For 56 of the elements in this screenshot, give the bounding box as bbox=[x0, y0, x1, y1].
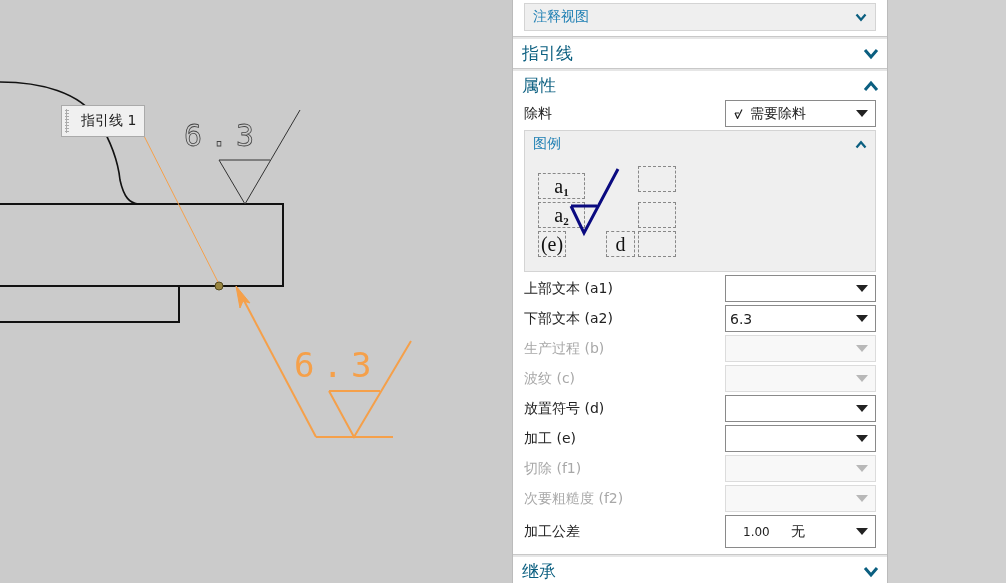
field-label: 放置符号 (d) bbox=[524, 399, 605, 418]
anchor-point bbox=[214, 281, 224, 291]
caret-icon bbox=[856, 465, 868, 472]
collapse-icon[interactable] bbox=[863, 79, 879, 92]
legend-slot: d bbox=[606, 231, 635, 257]
roughness-symbol-icon bbox=[569, 167, 621, 237]
caret-icon bbox=[856, 285, 868, 292]
dropdown[interactable]: 1.00 无 bbox=[725, 515, 876, 548]
field-label: 切除 (f1) bbox=[524, 459, 582, 478]
group-header[interactable]: 注释视图 bbox=[524, 3, 876, 31]
legend-slot: a$_{2}$ bbox=[538, 202, 585, 228]
removal-symbol-icon bbox=[734, 108, 744, 119]
caret-icon bbox=[856, 375, 868, 382]
legend-slot: a$_{1}$ bbox=[538, 173, 585, 199]
legend-slot bbox=[638, 202, 676, 228]
caret-icon bbox=[856, 435, 868, 442]
dropdown[interactable] bbox=[725, 275, 876, 302]
field-label: 加工 (e) bbox=[524, 429, 576, 448]
section-title: 属性 bbox=[522, 74, 556, 97]
legend-slot bbox=[638, 231, 676, 257]
field-label: 加工公差 bbox=[524, 522, 580, 541]
section-header[interactable]: 属性 bbox=[513, 71, 887, 100]
section-title: 指引线 bbox=[522, 42, 573, 65]
field-label: 上部文本 (a1) bbox=[524, 279, 613, 298]
legend-slot: (e) bbox=[538, 231, 566, 257]
field-label: 次要粗糙度 (f2) bbox=[524, 489, 624, 508]
dropdown[interactable] bbox=[725, 395, 876, 422]
expand-icon[interactable] bbox=[863, 47, 879, 60]
dropdown[interactable]: 6.3 bbox=[725, 305, 876, 332]
field-label: 除料 bbox=[524, 104, 552, 123]
section-header[interactable]: 继承 bbox=[513, 557, 887, 583]
field-label: 生产过程 (b) bbox=[524, 339, 605, 358]
dropdown[interactable] bbox=[725, 425, 876, 452]
caret-icon bbox=[856, 345, 868, 352]
caret-icon bbox=[856, 315, 868, 322]
group-title: 图例 bbox=[533, 135, 561, 153]
expand-icon[interactable] bbox=[863, 565, 879, 578]
dropdown[interactable]: 需要除料 bbox=[725, 100, 876, 127]
caret-icon bbox=[856, 528, 868, 535]
leader-tag[interactable]: 指引线 1 bbox=[61, 105, 146, 137]
roughness-value: 6.3 bbox=[294, 345, 380, 385]
group-title: 注释视图 bbox=[533, 8, 589, 26]
caret-icon bbox=[856, 405, 868, 412]
expand-icon[interactable] bbox=[855, 12, 867, 22]
group-header[interactable]: 图例 bbox=[525, 131, 875, 157]
grip-icon[interactable] bbox=[65, 109, 69, 133]
field-label: 下部文本 (a2) bbox=[524, 309, 613, 328]
roughness-value: 6.3 bbox=[184, 118, 263, 153]
tag-label: 指引线 1 bbox=[81, 112, 137, 130]
caret-icon bbox=[856, 495, 868, 502]
caret-icon bbox=[856, 110, 868, 117]
legend-slot bbox=[638, 166, 676, 192]
section-header[interactable]: 指引线 bbox=[513, 39, 887, 68]
collapse-icon[interactable] bbox=[855, 139, 867, 149]
section-title: 继承 bbox=[522, 560, 556, 583]
field-label: 波纹 (c) bbox=[524, 369, 576, 388]
